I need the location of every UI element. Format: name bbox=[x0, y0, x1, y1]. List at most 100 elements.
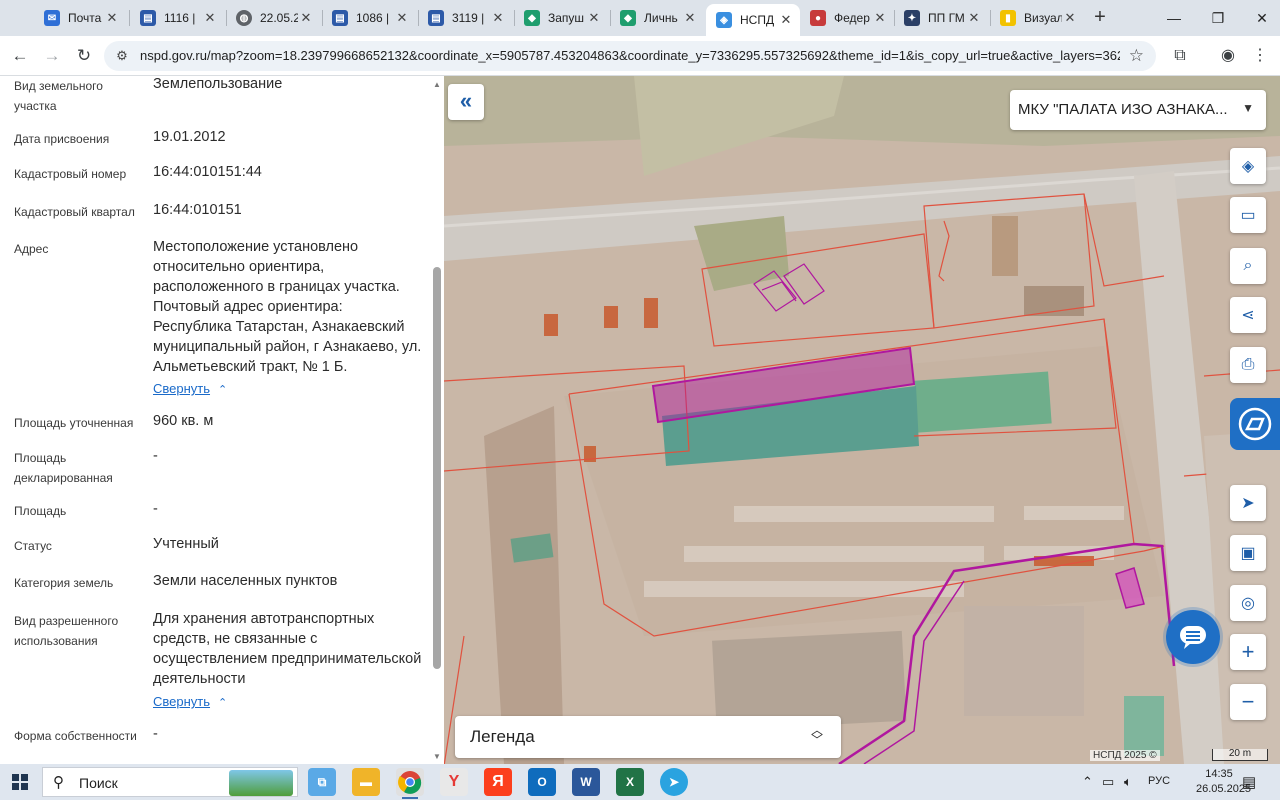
organization-selector[interactable]: МКУ "ПАЛАТА ИЗО АЗНАКА... ▼ bbox=[1010, 90, 1266, 130]
url-text[interactable]: nspd.gov.ru/map?zoom=18.239799668652132&… bbox=[140, 48, 1120, 63]
yandex-icon[interactable]: Я bbox=[484, 768, 512, 796]
close-icon[interactable]: ✕ bbox=[202, 10, 218, 26]
tab-ppgm[interactable]: ✦ ПП ГМ ✕ bbox=[894, 4, 988, 32]
excel-icon[interactable]: X bbox=[616, 768, 644, 796]
tab-title: Почта bbox=[68, 11, 102, 25]
windows-start-button[interactable] bbox=[12, 774, 28, 790]
minimize-button[interactable]: — bbox=[1160, 6, 1188, 30]
tab-feder[interactable]: ● Федер ✕ bbox=[800, 4, 894, 32]
close-icon[interactable]: ✕ bbox=[682, 10, 698, 26]
locate-button[interactable]: ➤ bbox=[1230, 485, 1266, 521]
zoom-out-button[interactable]: − bbox=[1230, 684, 1266, 720]
tab-title: НСПД bbox=[740, 13, 775, 27]
reload-button[interactable]: ↻ bbox=[72, 44, 96, 68]
volume-icon[interactable]: 🔈︎ bbox=[1124, 774, 1132, 790]
close-icon[interactable]: ✕ bbox=[490, 10, 506, 26]
tab-title: Визуал bbox=[1024, 11, 1062, 25]
field-label: Площадь уточненная bbox=[14, 416, 134, 430]
ruler-button[interactable]: ▭ bbox=[1230, 197, 1266, 233]
tab-lichn[interactable]: ◆ Личнь ✕ bbox=[610, 4, 704, 32]
search-label: Поиск bbox=[79, 775, 118, 791]
tab-mail[interactable]: ✉ Почта ✕ bbox=[34, 4, 126, 32]
print-icon: ⎙ bbox=[1241, 356, 1255, 373]
tab-vizual[interactable]: ▮ Визуал ✕ bbox=[990, 4, 1084, 32]
clock-time: 14:35 bbox=[1205, 768, 1233, 780]
chrome-logo-icon bbox=[398, 771, 422, 794]
network-icon[interactable]: ▭ bbox=[1102, 774, 1114, 790]
tab-3119[interactable]: ▤ 3119 | ✕ bbox=[418, 4, 512, 32]
scroll-down-arrow[interactable]: ▼ bbox=[432, 752, 442, 761]
telegram-icon[interactable]: ➤ bbox=[660, 768, 688, 796]
bookmark-star-icon[interactable]: ☆ bbox=[1129, 46, 1144, 66]
menu-icon[interactable]: ⋮ bbox=[1248, 44, 1272, 68]
tab-1086[interactable]: ▤ 1086 | ✕ bbox=[322, 4, 416, 32]
site-info-icon[interactable]: ⚙ bbox=[114, 48, 130, 64]
tab-zapush[interactable]: ◆ Запуш ✕ bbox=[514, 4, 608, 32]
tab-2205[interactable]: ◍ 22.05.2 ✕ bbox=[226, 4, 320, 32]
geo-search-button[interactable]: ◎ bbox=[1230, 585, 1266, 621]
file-explorer-icon[interactable]: ▬ bbox=[352, 768, 380, 796]
language-indicator[interactable]: РУС bbox=[1148, 775, 1170, 787]
print-button[interactable]: ⎙ bbox=[1230, 347, 1266, 383]
close-icon[interactable]: ✕ bbox=[1062, 10, 1078, 26]
tab-title: Личнь bbox=[644, 11, 678, 25]
close-icon[interactable]: ✕ bbox=[586, 10, 602, 26]
taskbar-search-box[interactable]: ⚲ Поиск bbox=[42, 767, 298, 797]
field-value[interactable]: 16:44:010151:44 bbox=[153, 162, 423, 182]
tab-nspd[interactable]: ◈ НСПД ✕ bbox=[706, 4, 800, 36]
tab-title: Федер bbox=[834, 11, 870, 25]
close-icon[interactable]: ✕ bbox=[872, 10, 888, 26]
search-area-button[interactable]: ⌕ bbox=[1230, 248, 1266, 284]
layers-button[interactable]: ◈ bbox=[1230, 148, 1266, 184]
close-icon[interactable]: ✕ bbox=[966, 10, 982, 26]
chat-button[interactable] bbox=[1166, 610, 1220, 664]
tab-title: ПП ГМ bbox=[928, 11, 965, 25]
back-button[interactable]: ← bbox=[8, 44, 32, 68]
scroll-up-arrow[interactable]: ▲ bbox=[432, 80, 442, 89]
forward-button[interactable]: → bbox=[40, 44, 64, 68]
tab-title: Запуш bbox=[548, 11, 585, 25]
close-icon[interactable]: ✕ bbox=[778, 12, 794, 28]
profile-icon[interactable]: ◉ bbox=[1216, 44, 1240, 68]
address-bar[interactable]: ⚙ nspd.gov.ru/map?zoom=18.23979966865213… bbox=[104, 41, 1156, 71]
federal-icon: ● bbox=[810, 10, 826, 26]
close-window-button[interactable]: ✕ bbox=[1248, 6, 1276, 30]
field-label: Адрес bbox=[14, 242, 49, 256]
search-area-icon: ⌕ bbox=[1243, 257, 1253, 274]
legend-panel[interactable]: Легенда ︿ ﹀ bbox=[455, 716, 841, 758]
share-button[interactable]: ⋖ bbox=[1230, 297, 1266, 333]
document-icon: ▤ bbox=[140, 10, 156, 26]
close-icon[interactable]: ✕ bbox=[104, 10, 120, 26]
taskbar-clock[interactable]: 14:35 26.05.2025 bbox=[1196, 767, 1251, 797]
emblem-icon: ✦ bbox=[904, 10, 920, 26]
zoom-in-button[interactable]: + bbox=[1230, 634, 1266, 670]
collapse-panel-button[interactable]: « bbox=[448, 84, 484, 120]
yandex-browser-icon[interactable]: Y bbox=[440, 768, 468, 796]
map-view[interactable] bbox=[444, 76, 1280, 764]
restore-button[interactable]: ❐ bbox=[1204, 6, 1232, 30]
field-label: Вид земельного участка bbox=[14, 79, 103, 113]
feedback-button[interactable] bbox=[1230, 398, 1280, 450]
chrome-icon[interactable] bbox=[396, 768, 424, 799]
panel-scrollbar-thumb[interactable] bbox=[433, 267, 441, 669]
picture-in-picture-button[interactable]: ▣ bbox=[1230, 535, 1266, 571]
expand-collapse-icon: ︿ ﹀ bbox=[810, 723, 823, 747]
tab-1116[interactable]: ▤ 1116 | ✕ bbox=[130, 4, 224, 32]
field-value: - bbox=[153, 501, 158, 517]
extensions-icon[interactable]: ⧉ bbox=[1168, 44, 1192, 68]
mail-icon: ✉ bbox=[44, 10, 60, 26]
document-icon: ▤ bbox=[428, 10, 444, 26]
word-icon[interactable]: W bbox=[572, 768, 600, 796]
field-value[interactable]: 16:44:010151 bbox=[153, 200, 423, 220]
collapse-label: Свернуть bbox=[153, 381, 211, 396]
new-tab-button[interactable]: + bbox=[1088, 6, 1112, 30]
notifications-icon[interactable]: ▤ bbox=[1242, 773, 1256, 791]
field-value: Местоположение установлено относительно … bbox=[153, 239, 422, 375]
tray-chevron-up-icon[interactable]: ⌃ bbox=[1082, 774, 1093, 790]
collapse-address-link[interactable]: Свернуть ⌃ bbox=[153, 381, 227, 396]
outlook-icon[interactable]: O bbox=[528, 768, 556, 796]
close-icon[interactable]: ✕ bbox=[394, 10, 410, 26]
collapse-permitted-use-link[interactable]: Свернуть ⌃ bbox=[153, 694, 227, 709]
close-icon[interactable]: ✕ bbox=[298, 10, 314, 26]
task-view-icon[interactable]: ⧉ bbox=[308, 768, 336, 796]
